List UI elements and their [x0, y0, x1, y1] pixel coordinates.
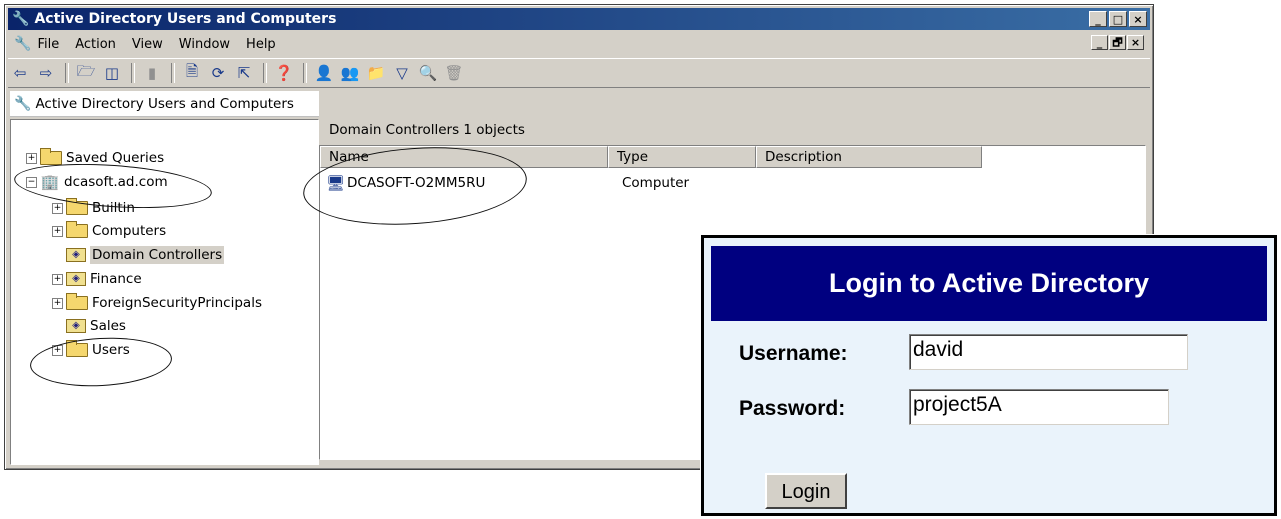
tree-item-label: Computers [92, 223, 167, 239]
column-header-description[interactable]: Description [756, 146, 982, 168]
folder-icon [66, 293, 88, 310]
expand-icon[interactable]: + [52, 202, 63, 214]
menu-bar: 🔧 File Action View Window Help _ 🗗 × [8, 33, 1150, 55]
expand-icon[interactable]: + [26, 152, 37, 164]
tree-item-domain-controllers[interactable]: ◈ Domain Controllers [66, 244, 225, 266]
computer-icon: 🖥 [326, 174, 346, 192]
login-title: Login to Active Directory [711, 246, 1267, 321]
new-group-icon[interactable]: 👥 [338, 62, 362, 84]
forward-arrow-icon[interactable]: ⇨ [34, 62, 58, 84]
ou-icon: ◈ [66, 272, 86, 286]
menu-help[interactable]: Help [246, 37, 276, 52]
mdi-restore-button[interactable]: 🗗 [1109, 35, 1126, 50]
details-header: Domain Controllers 1 objects [329, 122, 525, 138]
folder-icon [66, 198, 88, 215]
aduc-root-icon: 🔧 [14, 95, 32, 112]
tree-item-computers[interactable]: + Computers [52, 220, 166, 242]
tree-item-finance[interactable]: + ◈ Finance [52, 268, 142, 290]
tree-root-label: Active Directory Users and Computers [35, 95, 294, 112]
help-icon[interactable]: ❓ [272, 62, 296, 84]
tree-item-foreign-security-principals[interactable]: + ForeignSecurityPrincipals [52, 292, 262, 314]
tree-item-label: Builtin [92, 200, 135, 216]
title-bar[interactable]: 🔧 Active Directory Users and Computers _… [8, 8, 1150, 30]
folder-icon [66, 221, 88, 238]
mdi-close-button[interactable]: × [1127, 35, 1144, 50]
ou-icon: ◈ [66, 248, 86, 262]
toolbar: ⇦ ⇨ 🗁 ◫ ▮ 🗎 ⟳ ⇱ ❓ 👤 👥 📁 ▽ 🔍 🗑 [8, 58, 1150, 88]
column-header-type[interactable]: Type [608, 146, 756, 168]
tree-item-label: Finance [90, 271, 142, 287]
domain-icon: 🏢 [40, 173, 60, 191]
find-icon[interactable]: 🔍 [416, 62, 440, 84]
toolbar-separator [131, 63, 135, 83]
filter-icon[interactable]: ▽ [390, 62, 414, 84]
tree-item-label: Users [92, 342, 130, 358]
collapse-icon[interactable]: − [26, 176, 37, 188]
list-item[interactable]: 🖥 DCASOFT-O2MM5RU [326, 172, 485, 194]
tree-item-label: ForeignSecurityPrincipals [92, 295, 262, 311]
ou-icon: ◈ [66, 319, 86, 333]
maximize-button[interactable]: □ [1109, 11, 1127, 27]
password-label: Password: [739, 397, 846, 420]
tree-item-label: dcasoft.ad.com [64, 174, 168, 190]
up-folder-icon[interactable]: 🗁 [74, 62, 98, 84]
username-label: Username: [739, 342, 848, 365]
properties-icon[interactable]: 🗎 [180, 62, 204, 84]
expand-icon[interactable]: + [52, 273, 63, 285]
console-icon[interactable]: 🔧 [14, 36, 31, 52]
tree-item-saved-queries[interactable]: + Saved Queries [26, 147, 164, 169]
show-tree-icon[interactable]: ◫ [100, 62, 124, 84]
expand-icon[interactable]: + [52, 297, 63, 309]
tree-root[interactable]: 🔧 Active Directory Users and Computers [10, 91, 319, 117]
tree-item-builtin[interactable]: + Builtin [52, 197, 135, 219]
tree-item-users[interactable]: + Users [52, 339, 130, 361]
aduc-app-icon: 🔧 [12, 11, 30, 27]
expand-icon[interactable]: + [52, 344, 63, 356]
menu-view[interactable]: View [132, 37, 163, 52]
back-arrow-icon[interactable]: ⇦ [8, 62, 32, 84]
mdi-minimize-button[interactable]: _ [1091, 35, 1108, 50]
export-list-icon[interactable]: ⇱ [232, 62, 256, 84]
toolbar-separator [303, 63, 307, 83]
menu-action[interactable]: Action [75, 37, 116, 52]
tree-item-sales[interactable]: ◈ Sales [66, 315, 126, 337]
folder-icon [40, 148, 62, 165]
close-button[interactable]: × [1129, 11, 1147, 27]
new-ou-icon[interactable]: 📁 [364, 62, 388, 84]
column-header-name[interactable]: Name [320, 146, 608, 168]
new-user-icon[interactable]: 👤 [312, 62, 336, 84]
menu-window[interactable]: Window [179, 37, 230, 52]
toolbar-separator [65, 63, 69, 83]
toolbar-separator [171, 63, 175, 83]
tree-item-domain[interactable]: − 🏢 dcasoft.ad.com [26, 171, 168, 193]
tree-item-label: Domain Controllers [90, 246, 225, 264]
refresh-icon[interactable]: ⟳ [206, 62, 230, 84]
list-item-name: DCASOFT-O2MM5RU [347, 175, 486, 191]
delete-icon[interactable]: ▮ [140, 62, 164, 84]
list-item-type: Computer [622, 175, 690, 191]
toolbar-separator [263, 63, 267, 83]
menu-file[interactable]: File [37, 37, 59, 52]
username-field[interactable]: david [909, 334, 1188, 370]
tree-item-label: Sales [90, 318, 126, 334]
folder-icon [66, 340, 88, 357]
minimize-button[interactable]: _ [1089, 11, 1107, 27]
password-field[interactable]: project5A [909, 389, 1169, 425]
add-to-group-icon[interactable]: 🗑 [442, 62, 466, 84]
expand-icon[interactable]: + [52, 225, 63, 237]
tree-item-label: Saved Queries [66, 150, 165, 166]
login-button[interactable]: Login [765, 473, 847, 509]
window-title: Active Directory Users and Computers [34, 11, 337, 27]
